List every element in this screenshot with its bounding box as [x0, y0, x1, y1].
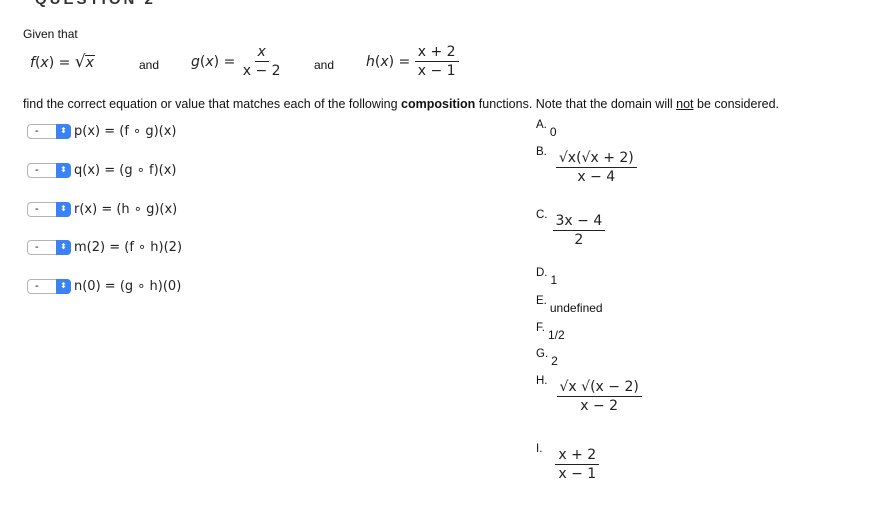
composition-expression: m(2) = (f ∘ h)(2) — [74, 239, 183, 255]
sqrt-symbol: √ x — [74, 52, 95, 72]
h-definition: h(x) = x + 2 x − 1 — [366, 44, 459, 79]
matching-row: - ⬍ r(x) = (h ∘ g)(x) — [27, 200, 177, 218]
option-h: H. √x √(x − 2) x − 2 — [536, 375, 642, 414]
matching-row: - ⬍ q(x) = (g ∘ f)(x) — [27, 161, 176, 179]
chevron-updown-icon: ⬍ — [56, 123, 71, 139]
answer-select[interactable]: - ⬍ — [27, 239, 71, 255]
g-definition: g(x) = x x − 2 — [191, 44, 284, 79]
chevron-updown-icon: ⬍ — [56, 162, 71, 178]
and-label: and — [139, 58, 160, 72]
g-fraction: x x − 2 — [242, 44, 281, 79]
instructions: find the correct equation or value that … — [23, 97, 780, 111]
composition-expression: r(x) = (h ∘ g)(x) — [74, 201, 178, 217]
option-c: C. 3x − 4 2 — [536, 209, 606, 248]
matching-row: - ⬍ n(0) = (g ∘ h)(0) — [27, 277, 181, 295]
composition-expression: n(0) = (g ∘ h)(0) — [74, 278, 182, 294]
option-f: F. 1/2 — [536, 322, 565, 342]
option-h-fraction: √x √(x − 2) x − 2 — [556, 379, 642, 414]
answer-select[interactable]: - ⬍ — [27, 201, 71, 217]
matching-row: - ⬍ p(x) = (f ∘ g)(x) — [27, 122, 176, 140]
chevron-updown-icon: ⬍ — [56, 239, 71, 255]
option-e: E. undefined — [536, 295, 603, 315]
option-b-fraction: √x(√x + 2) x − 4 — [555, 150, 637, 185]
answer-select[interactable]: - ⬍ — [27, 278, 71, 294]
composition-expression: q(x) = (g ∘ f)(x) — [74, 162, 177, 178]
matching-row: - ⬍ m(2) = (f ∘ h)(2) — [27, 238, 182, 256]
answer-select[interactable]: - ⬍ — [27, 162, 71, 178]
chevron-updown-icon: ⬍ — [56, 201, 71, 217]
answer-select[interactable]: - ⬍ — [27, 123, 71, 139]
chevron-updown-icon: ⬍ — [56, 278, 71, 294]
composition-expression: p(x) = (f ∘ g)(x) — [74, 123, 177, 139]
f-definition: f(x) = √ x — [30, 52, 95, 72]
given-intro: Given that — [23, 27, 78, 41]
option-i-fraction: x + 2 x − 1 — [555, 447, 600, 482]
option-b: B. √x(√x + 2) x − 4 — [536, 146, 637, 185]
and-label: and — [314, 58, 335, 72]
option-a: A. 0 — [536, 119, 557, 139]
option-c-fraction: 3x − 4 2 — [552, 213, 606, 248]
option-d: D. 1 — [536, 267, 558, 287]
question-header: QUESTION 2 — [35, 0, 156, 8]
option-g: G. 2 — [536, 348, 558, 368]
option-i: I. x + 2 x − 1 — [536, 443, 600, 482]
h-fraction: x + 2 x − 1 — [414, 44, 459, 79]
